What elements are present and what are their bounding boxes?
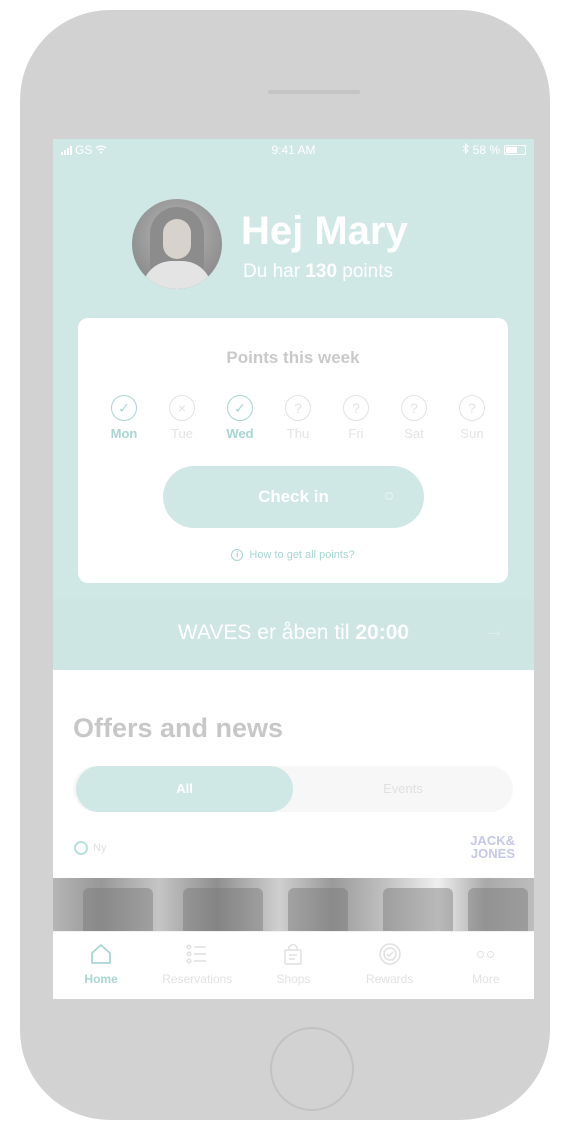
day-label: Mon [110,426,138,441]
store-open-text: WAVES er åben til 20:00 [53,621,534,645]
day-label: Wed [226,426,254,441]
jeans-fold [468,888,528,931]
store-open-banner[interactable]: WAVES er åben til 20:00 → [53,599,534,670]
battery-percent: 58 % [472,143,500,157]
arrow-right-icon: → [484,620,504,642]
app-screen: GS 9:41 AM 58 % Hej Mary Du har 130 poin… [53,139,534,999]
new-badge-label: Ny [93,842,107,854]
question-circle-icon: ? [401,395,427,421]
tab-shops[interactable]: Shops [245,932,341,999]
tab-reservations[interactable]: Reservations [149,932,245,999]
bluetooth-icon [462,142,469,157]
points-suffix: points [342,261,393,282]
day-tue: × Tue [153,395,211,441]
new-dot-icon [74,841,88,855]
tab-reservations-label: Reservations [162,972,233,986]
day-label: Sun [460,426,484,441]
home-icon [89,942,113,966]
how-to-label: How to get all points? [249,549,355,561]
check-circle-icon: ✓ [227,395,253,421]
rewards-icon [378,942,402,966]
day-wed: ✓ Wed [211,395,269,441]
avatar-face [163,219,191,259]
tab-home[interactable]: Home [53,932,149,999]
store-open-prefix: WAVES er åben til [177,621,350,644]
tab-shops-label: Shops [276,972,311,986]
status-bar: GS 9:41 AM 58 % [53,139,534,161]
how-to-get-points-link[interactable]: i How to get all points? [78,549,508,561]
check-circle-icon: ✓ [111,395,137,421]
jeans-fold [183,888,263,931]
points-value: 130 [305,261,338,282]
offers-title: Offers and news [73,713,284,743]
check-in-indicator-icon [385,492,393,500]
weekly-points-card: Points this week ✓ Mon × Tue ✓ Wed? Thu? Fri? Sa… [78,318,508,583]
brand-logo: JACK& JONES [453,834,515,860]
jeans-fold [383,888,453,931]
day-thu: ? Thu [269,395,327,441]
shopping-bag-icon [281,942,305,966]
battery-icon [504,145,526,155]
jeans-fold [83,888,153,931]
tab-more-label: More [472,972,500,986]
home-hardware-button[interactable] [270,1027,354,1111]
jeans-fold [288,888,348,931]
day-mon: ✓ Mon [95,395,153,441]
offers-segmented-control: All Events [73,766,513,812]
question-circle-icon: ? [459,395,485,421]
day-label: Tue [171,426,193,441]
info-icon: i [231,549,244,561]
profile-header: Hej Mary Du har 130 points Points this w… [53,161,534,599]
tab-events[interactable]: Events [313,766,493,812]
tab-rewards-label: Rewards [365,972,414,986]
day-sat: ? Sat [385,395,443,441]
tab-more[interactable]: More [438,932,534,999]
week-days-row: ✓ Mon × Tue ✓ Wed? Thu? Fri? Sat? Sun [95,395,507,441]
greeting-title: Hej Mary [241,209,408,253]
speaker-grille [268,90,360,94]
points-summary: Du har 130 points [243,261,393,283]
x-circle-icon: × [169,395,195,421]
list-icon [185,942,209,966]
question-circle-icon: ? [285,395,311,421]
day-label: Thu [286,426,310,441]
more-icon [477,942,495,966]
brand-line-2: JONES [470,846,515,861]
tab-home-label: Home [84,972,118,986]
bottom-tab-bar: Home Reservations Shops Rewards More [53,931,534,999]
offer-image[interactable] [53,878,534,931]
points-prefix: Du har [243,261,301,282]
day-label: Fri [348,426,364,441]
day-fri: ? Fri [327,395,385,441]
day-label: Sat [404,426,424,441]
day-sun: ? Sun [443,395,501,441]
tab-all[interactable]: All [76,766,293,812]
question-circle-icon: ? [343,395,369,421]
store-close-time: 20:00 [355,621,410,644]
avatar[interactable] [132,199,222,289]
new-badge: Ny [74,841,106,855]
tab-rewards[interactable]: Rewards [342,932,438,999]
card-title: Points this week [226,348,360,367]
battery-group: 58 % [462,142,526,157]
